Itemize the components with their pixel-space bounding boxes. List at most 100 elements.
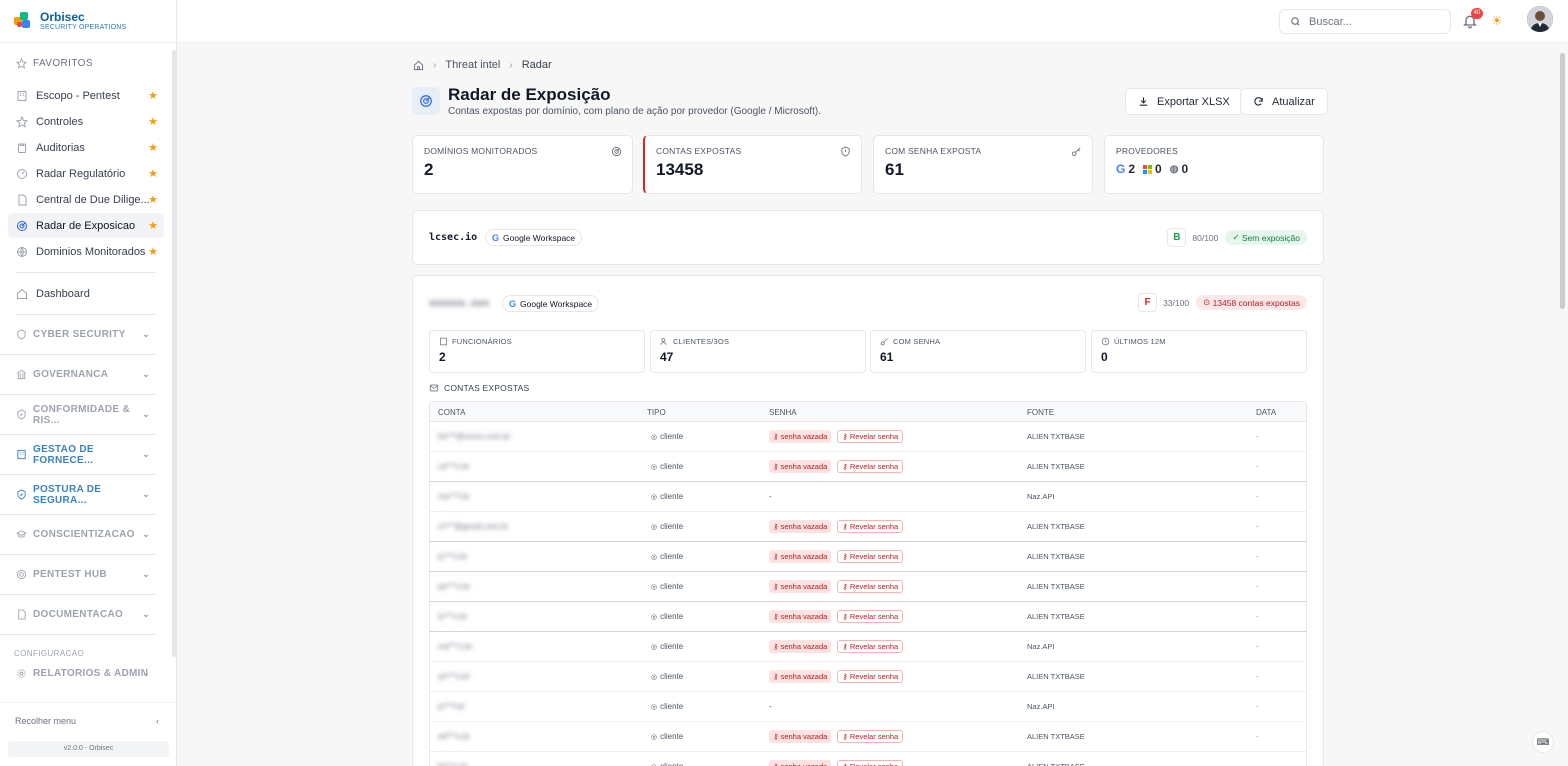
theme-toggle-sun-icon[interactable]: ☀ bbox=[1491, 13, 1503, 29]
chevron-down-icon: ⌄ bbox=[142, 449, 150, 459]
nav-group-conscientizacao[interactable]: CONSCIENTIZACAO ⌄ bbox=[0, 515, 156, 555]
leaked-password-badge: ⚷ senha vazada bbox=[769, 640, 832, 653]
nav-group-gestao-fornecedores[interactable]: GESTAO DE FORNECE... ⌄ bbox=[0, 435, 156, 475]
grade-badge: F bbox=[1138, 293, 1158, 312]
reveal-password-button[interactable]: ⚷ Revelar senha bbox=[837, 610, 904, 623]
user-avatar[interactable] bbox=[1527, 6, 1553, 32]
page-scrollbar[interactable] bbox=[1560, 53, 1565, 309]
account-source: Naz.API bbox=[1027, 702, 1055, 711]
favorite-star-icon[interactable]: ★ bbox=[148, 219, 158, 232]
nav-group-postura-seguranca[interactable]: POSTURA DE SEGURA... ⌄ bbox=[0, 475, 156, 515]
breadcrumb-threat-intel[interactable]: Threat intel bbox=[445, 59, 500, 71]
reveal-password-button[interactable]: ⚷ Revelar senha bbox=[837, 670, 904, 683]
domain-name-redacted: xxxxxx.xxx bbox=[429, 298, 490, 309]
sidebar-item-radar-exposicao[interactable]: Radar de Exposicao ★ bbox=[8, 213, 164, 238]
password-cell: ⚷ senha vazada ⚷ Revelar senha bbox=[769, 610, 904, 623]
leaked-password-badge: ⚷ senha vazada bbox=[769, 610, 832, 623]
table-row: ed***o.br cliente ⚷ senha vazada ⚷ Revelar … bbox=[430, 722, 1306, 752]
account-source: ALIEN TXTBASE bbox=[1027, 732, 1085, 741]
refresh-button[interactable]: Atualizar bbox=[1240, 88, 1328, 115]
search-box[interactable] bbox=[1279, 9, 1451, 34]
account-redacted: an***o.br bbox=[438, 672, 471, 681]
bank-icon bbox=[16, 369, 27, 380]
table-body: ka***@xxxxx.com.brcliente⚷ senha vazada⚷… bbox=[430, 422, 1306, 766]
key-icon bbox=[1071, 147, 1081, 157]
account-type: cliente bbox=[651, 762, 683, 766]
reveal-password-button[interactable]: ⚷ Revelar senha bbox=[837, 520, 904, 533]
domain-card-lcsec[interactable]: lcsec.io G Google Workspace B 80/100 ✓ Se… bbox=[412, 210, 1324, 265]
key-icon bbox=[880, 338, 888, 346]
sidebar-item-controles[interactable]: Controles ★ bbox=[8, 109, 164, 134]
page-subtitle: Contas expostas por domínio, com plano d… bbox=[448, 106, 821, 117]
sidebar-item-dashboard[interactable]: Dashboard bbox=[8, 281, 164, 306]
nav-group-pentest-hub[interactable]: PENTEST HUB ⌄ bbox=[0, 555, 156, 595]
account-type: cliente bbox=[651, 582, 683, 591]
reveal-password-button[interactable]: ⚷ Revelar senha bbox=[837, 460, 904, 473]
nav-group-cyber-security[interactable]: CYBER SECURITY ⌄ bbox=[0, 315, 156, 355]
favorite-star-icon[interactable]: ★ bbox=[148, 193, 158, 206]
export-xlsx-button[interactable]: Exportar XLSX bbox=[1125, 88, 1243, 115]
favorite-star-icon[interactable]: ★ bbox=[148, 167, 158, 180]
nav-group-relatorios-admin[interactable]: RELATORIOS & ADMIN ⌄ bbox=[0, 658, 156, 688]
brand[interactable]: Orbisec SECURITY OPERATIONS bbox=[0, 0, 176, 43]
search-icon bbox=[1291, 17, 1300, 26]
account-type: cliente bbox=[651, 522, 683, 531]
globe-icon: ◍ bbox=[1169, 163, 1179, 175]
account-source: ALIEN TXTBASE bbox=[1027, 672, 1085, 681]
metric-employees: FUNCIONÁRIOS 2 bbox=[429, 330, 645, 373]
table-row: ca***o.br cliente ⚷ senha vazada ⚷ Revelar … bbox=[430, 452, 1306, 482]
account-date: - bbox=[1256, 582, 1259, 591]
nav-group-documentacao[interactable]: DOCUMENTACAO ⌄ bbox=[0, 595, 156, 635]
keyboard-shortcuts-button[interactable]: ⌨ bbox=[1532, 731, 1554, 753]
sidebar-scrollbar[interactable] bbox=[172, 50, 176, 657]
sidebar-item-dominios-monitorados[interactable]: Dominios Monitorados ★ bbox=[8, 239, 164, 264]
table-row: pa***o.br cliente ⚷ senha vazada ⚷ Revelar … bbox=[430, 572, 1306, 602]
star-outline-icon bbox=[16, 57, 27, 69]
reveal-password-button[interactable]: ⚷ Revelar senha bbox=[837, 730, 904, 743]
notification-count-badge: 40 bbox=[1471, 8, 1483, 19]
chevron-down-icon: ⌄ bbox=[142, 369, 150, 379]
account-redacted: pa***o.br bbox=[438, 582, 471, 591]
home-icon[interactable] bbox=[413, 60, 424, 71]
table-row: an***o.br cliente ⚷ senha vazada ⚷ Revelar … bbox=[430, 662, 1306, 692]
provider-google: G2 bbox=[1116, 162, 1136, 176]
document-icon bbox=[16, 609, 27, 620]
status-badge: ✓ Sem exposição bbox=[1225, 230, 1307, 245]
favorite-star-icon[interactable]: ★ bbox=[148, 141, 158, 154]
search-input[interactable] bbox=[1309, 15, 1439, 28]
table-row: ma***l.br cliente - Naz.API - bbox=[430, 482, 1306, 512]
leaked-password-badge: ⚷ senha vazada bbox=[769, 580, 832, 593]
chevron-left-icon: ‹ bbox=[156, 716, 159, 726]
account-redacted: ju***o.br bbox=[438, 552, 468, 561]
account-date: - bbox=[1256, 642, 1259, 651]
sidebar-item-escopo-pentest[interactable]: Escopo - Pentest ★ bbox=[8, 83, 164, 108]
nav-group-governanca[interactable]: GOVERNANCA ⌄ bbox=[0, 355, 156, 395]
leaked-password-badge: ⚷ senha vazada bbox=[769, 460, 832, 473]
password-cell: ⚷ senha vazada ⚷ Revelar senha bbox=[769, 430, 904, 443]
account-source: ALIEN TXTBASE bbox=[1027, 762, 1085, 766]
collapse-menu-button[interactable]: Recolher menu ‹ bbox=[0, 703, 177, 739]
reveal-password-button[interactable]: ⚷ Revelar senha bbox=[837, 550, 904, 563]
account-type: cliente bbox=[651, 432, 683, 441]
shield-check-icon bbox=[16, 489, 27, 500]
sidebar-item-radar-regulatorio[interactable]: Radar Regulatório ★ bbox=[8, 161, 164, 186]
reveal-password-button[interactable]: ⚷ Revelar senha bbox=[837, 640, 904, 653]
config-section-label: CONFIGURACAO bbox=[14, 649, 85, 658]
stat-exposed-accounts: CONTAS EXPOSTAS 13458 bbox=[643, 135, 862, 194]
reveal-password-button[interactable]: ⚷ Revelar senha bbox=[837, 760, 904, 766]
provider-chip: G Google Workspace bbox=[485, 229, 583, 246]
metric-last-12m: ÚLTIMOS 12M 0 bbox=[1091, 330, 1307, 373]
building-icon bbox=[440, 337, 447, 346]
favorite-star-icon[interactable]: ★ bbox=[148, 115, 158, 128]
sidebar-item-auditorias[interactable]: Auditorias ★ bbox=[8, 135, 164, 160]
table-row: lu***o.br cliente ⚷ senha vazada ⚷ Revelar … bbox=[430, 602, 1306, 632]
shield-alert-icon bbox=[841, 146, 850, 157]
globe-icon bbox=[16, 246, 28, 258]
sidebar-item-central-due-diligence[interactable]: Central de Due Dilige... ★ bbox=[8, 187, 164, 212]
reveal-password-button[interactable]: ⚷ Revelar senha bbox=[837, 580, 904, 593]
nav-group-conformidade[interactable]: CONFORMIDADE & RIS... ⌄ bbox=[0, 395, 156, 435]
favorite-star-icon[interactable]: ★ bbox=[148, 245, 158, 258]
home-icon bbox=[16, 288, 28, 300]
favorite-star-icon[interactable]: ★ bbox=[148, 89, 158, 102]
reveal-password-button[interactable]: ⚷ Revelar senha bbox=[837, 430, 904, 443]
